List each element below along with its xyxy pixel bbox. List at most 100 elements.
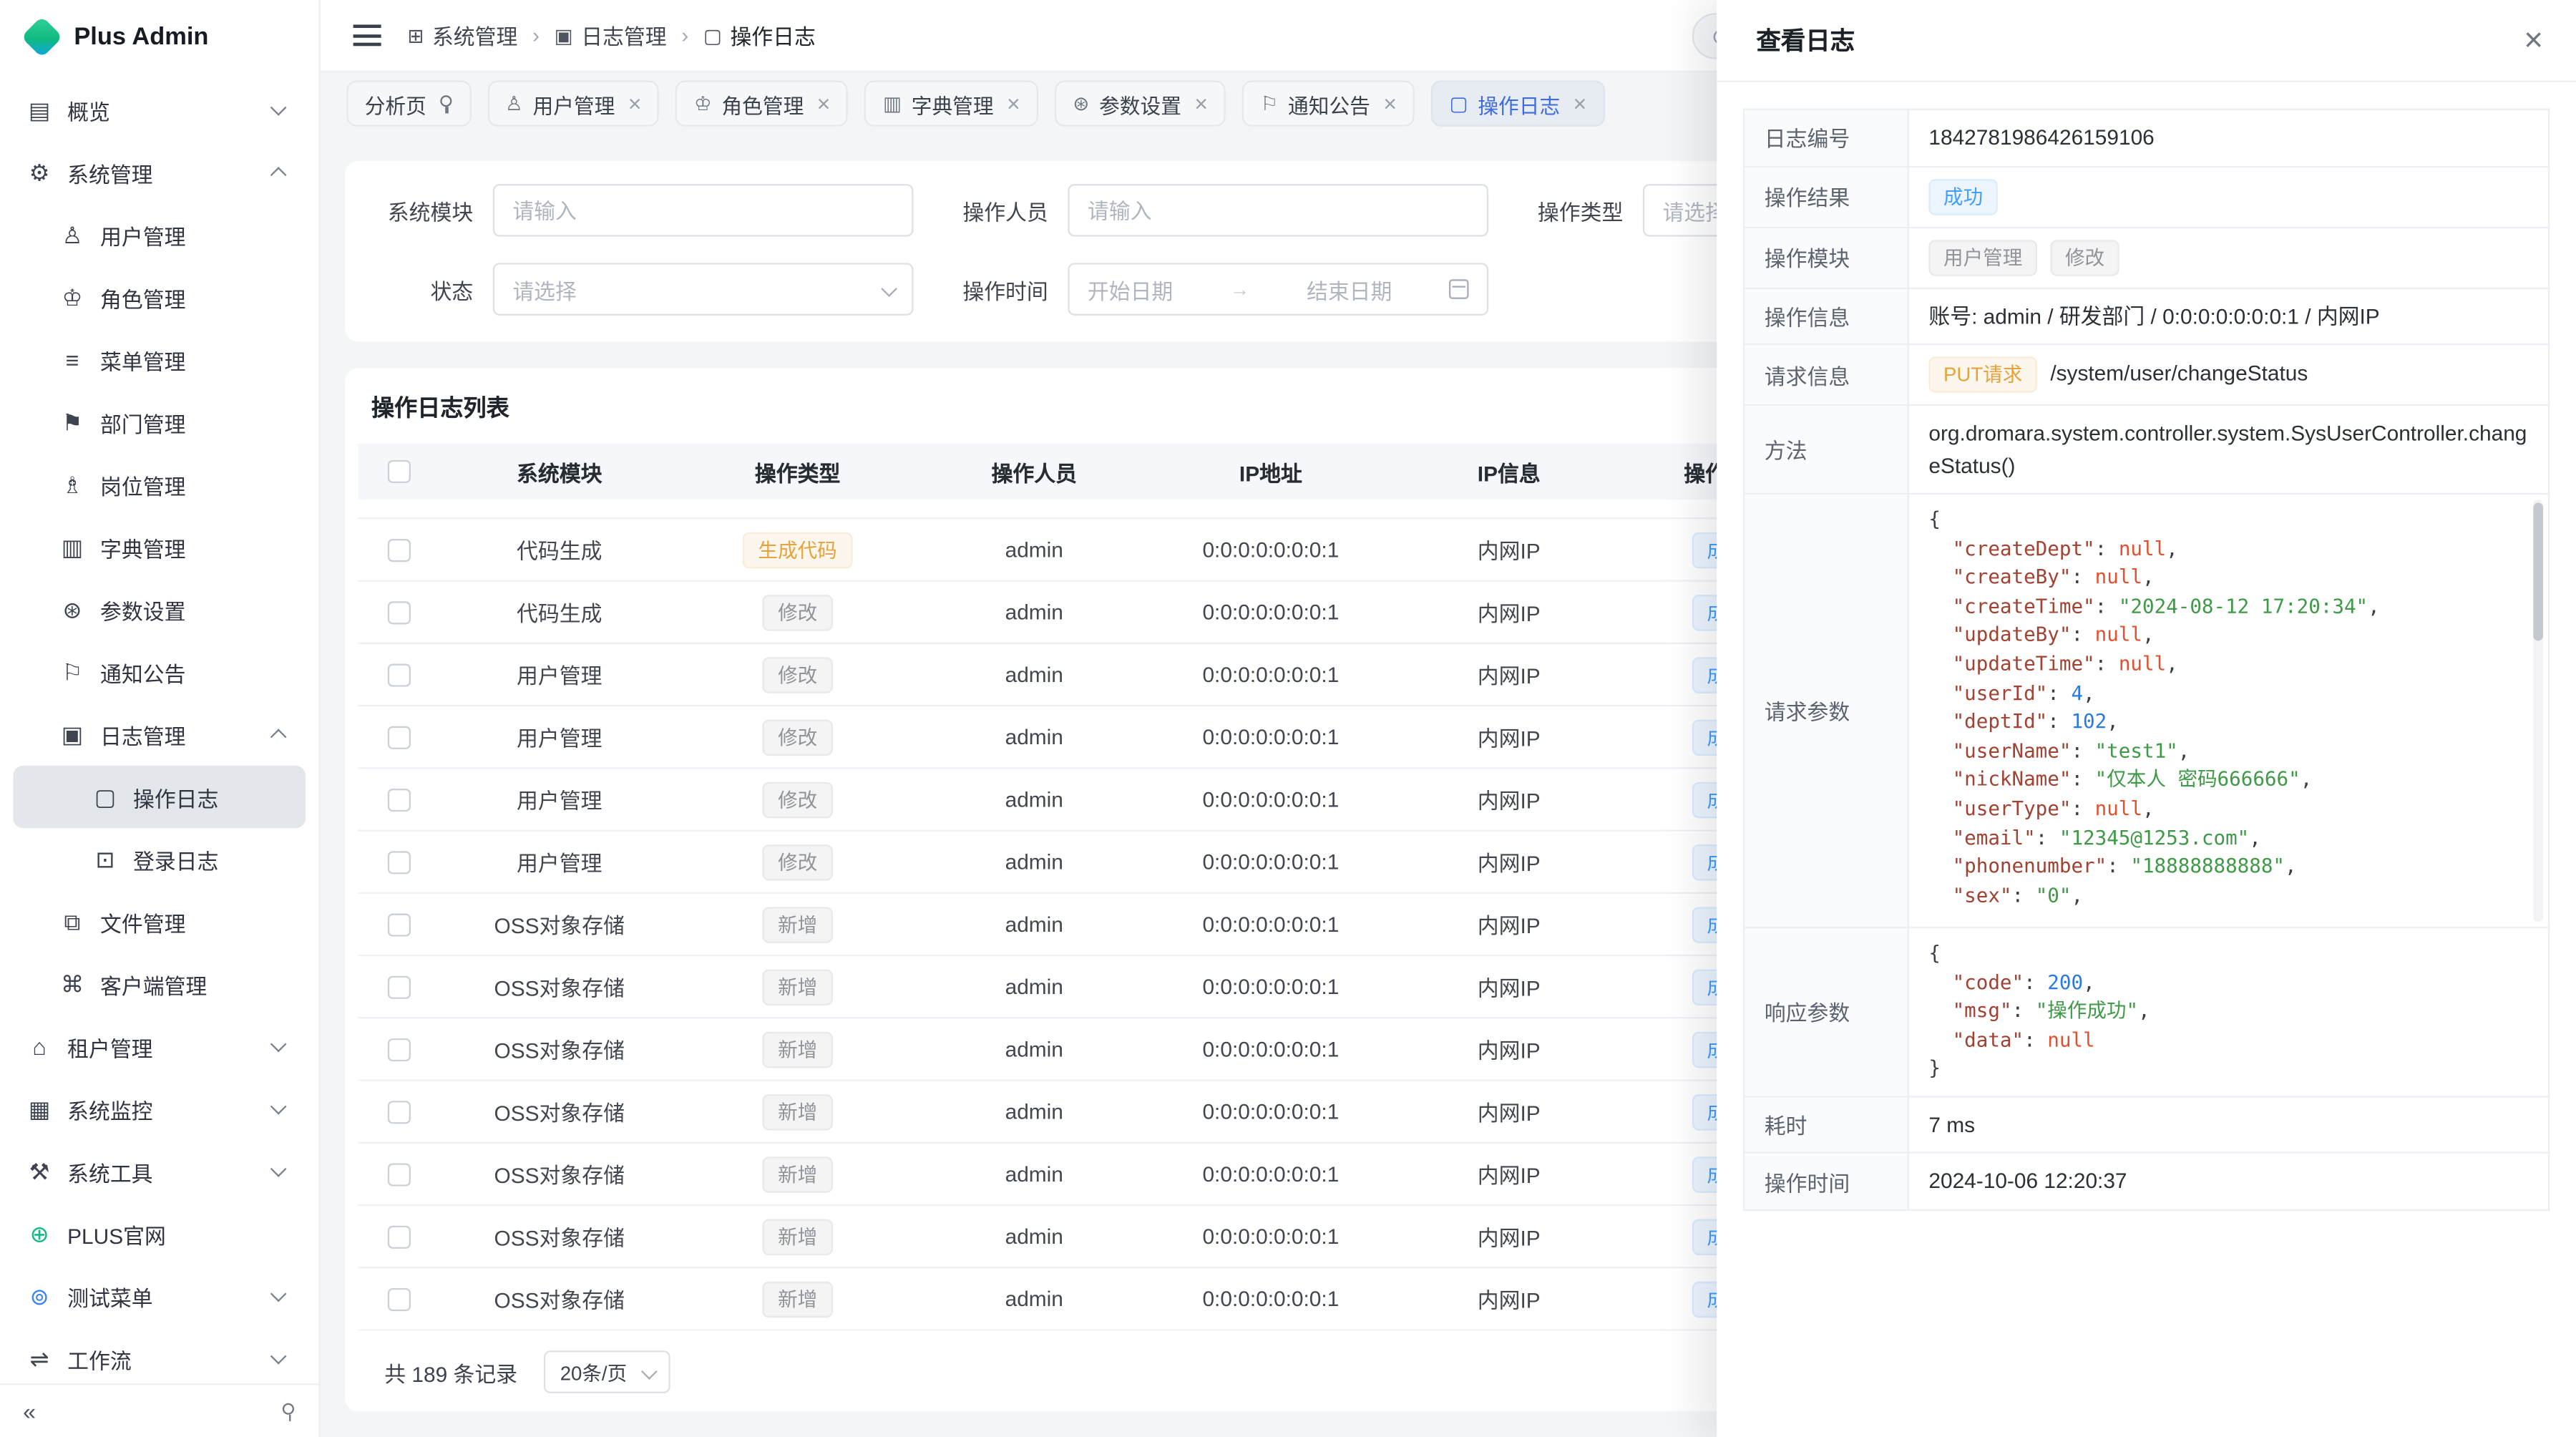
close-tab-icon[interactable]: × — [1194, 92, 1208, 115]
scrollbar[interactable] — [2533, 500, 2543, 922]
pin-icon[interactable] — [279, 1403, 296, 1421]
cell-module: 代码生成 — [440, 534, 678, 565]
row-checkbox[interactable] — [388, 600, 411, 623]
detail-row: 请求信息PUT请求/system/user/changeStatus — [1744, 344, 2549, 405]
sidebar-item[interactable]: ▥字典管理 — [13, 516, 306, 578]
sidebar-item[interactable]: ▢操作日志 — [13, 766, 306, 828]
tab-item[interactable]: ♙用户管理× — [487, 80, 660, 126]
breadcrumb-item[interactable]: ⊞系统管理 — [407, 20, 517, 52]
detail-value: { "code": 200, "msg": "操作成功", "data": nu… — [1908, 927, 2549, 1096]
log-details-table: 日志编号1842781986426159106操作结果成功操作模块用户管理修改操… — [1743, 109, 2550, 1211]
sidebar-footer: « — [0, 1383, 318, 1437]
tab-item[interactable]: ▢操作日志× — [1431, 80, 1604, 126]
close-tab-icon[interactable]: × — [1383, 92, 1397, 115]
operation-time-daterange[interactable]: 开始日期→结束日期 — [1068, 263, 1488, 315]
row-checkbox[interactable] — [388, 788, 411, 811]
sidebar-item[interactable]: ⚒系统工具 — [13, 1140, 306, 1202]
sidebar-item[interactable]: ⌘客户端管理 — [13, 953, 306, 1015]
cell-select — [358, 1038, 441, 1061]
row-checkbox[interactable] — [388, 538, 411, 561]
cell-module: OSS对象存储 — [440, 1283, 678, 1315]
tab-item[interactable]: ▥字典管理× — [865, 80, 1038, 126]
row-checkbox[interactable] — [388, 1038, 411, 1061]
row-checkbox[interactable] — [388, 726, 411, 749]
row-checkbox[interactable] — [388, 1162, 411, 1185]
app-logo[interactable]: Plus Admin — [0, 0, 318, 72]
sidebar-item-label: 系统监控 — [67, 1093, 152, 1125]
operation-log-icon: ▢ — [1450, 92, 1468, 115]
select-all-checkbox[interactable] — [388, 460, 411, 483]
detail-value: PUT请求/system/user/changeStatus — [1908, 344, 2549, 405]
cell-ip_info: 内网IP — [1390, 534, 1628, 565]
cell-operator: admin — [917, 912, 1151, 936]
code-block: { "createDept": null, "createBy": null, … — [1928, 506, 2524, 915]
breadcrumb-label: 日志管理 — [581, 20, 666, 52]
sidebar-item[interactable]: ⌂租户管理 — [13, 1015, 306, 1078]
cell-ip: 0:0:0:0:0:0:0:1 — [1151, 849, 1390, 874]
row-checkbox[interactable] — [388, 912, 411, 935]
close-icon[interactable]: × — [2524, 24, 2543, 57]
row-checkbox[interactable] — [388, 1100, 411, 1123]
sidebar-item[interactable]: ⊕PLUS官网 — [13, 1203, 306, 1265]
client-icon: ⌘ — [59, 970, 86, 998]
sidebar-item[interactable]: ⇌工作流 — [13, 1328, 306, 1383]
sidebar-item[interactable]: ⚙系统管理 — [13, 141, 306, 203]
close-tab-icon[interactable]: × — [817, 92, 831, 115]
status-select[interactable]: 请选择 — [493, 263, 914, 315]
role-icon: ♔ — [59, 283, 86, 311]
cell-type: 修改 — [678, 594, 917, 630]
filter-field-operator: 操作人员 — [946, 184, 1488, 236]
sidebar-item[interactable]: ⧉文件管理 — [13, 890, 306, 953]
sidebar-item[interactable]: ♙用户管理 — [13, 204, 306, 266]
scrollbar-thumb[interactable] — [2533, 503, 2543, 641]
row-checkbox[interactable] — [388, 663, 411, 686]
column-header-module: 系统模块 — [440, 456, 678, 487]
breadcrumb-item[interactable]: ▢操作日志 — [703, 20, 816, 52]
cell-type: 修改 — [678, 656, 917, 693]
cell-ip: 0:0:0:0:0:0:0:1 — [1151, 1099, 1390, 1124]
menu-toggle-icon[interactable] — [353, 24, 381, 46]
sidebar-item[interactable]: ⊡登录日志 — [13, 828, 306, 890]
page-size-select[interactable]: 20条/页 — [544, 1350, 670, 1393]
close-tab-icon[interactable]: × — [1007, 92, 1020, 115]
breadcrumb-item[interactable]: ▣日志管理 — [555, 20, 667, 52]
sidebar-item[interactable]: ⚐通知公告 — [13, 640, 306, 703]
field-label: 操作类型 — [1521, 195, 1623, 226]
system-module-input[interactable] — [493, 184, 914, 236]
close-tab-icon[interactable]: × — [628, 92, 642, 115]
tab-item[interactable]: 分析页 — [346, 80, 470, 126]
sidebar-item[interactable]: ⊚测试菜单 — [13, 1265, 306, 1328]
pin-icon[interactable] — [436, 94, 453, 112]
cell-operator: admin — [917, 849, 1151, 874]
row-checkbox[interactable] — [388, 975, 411, 998]
tab-item[interactable]: ♔角色管理× — [676, 80, 849, 126]
row-checkbox[interactable] — [388, 1287, 411, 1310]
drawer-title: 查看日志 — [1756, 23, 1855, 57]
row-checkbox[interactable] — [388, 1225, 411, 1248]
start-date-placeholder: 开始日期 — [1088, 273, 1173, 305]
cell-select — [358, 1162, 441, 1185]
collapse-sidebar-icon[interactable]: « — [23, 1398, 36, 1425]
sidebar-item[interactable]: ⚑部门管理 — [13, 391, 306, 453]
cell-select — [358, 726, 441, 749]
website-icon: ⊕ — [26, 1220, 53, 1248]
tab-label: 通知公告 — [1288, 88, 1370, 120]
sidebar-item[interactable]: ≡菜单管理 — [13, 328, 306, 391]
sidebar-item[interactable]: ⊛参数设置 — [13, 578, 306, 640]
sidebar-item[interactable]: ♔角色管理 — [13, 266, 306, 328]
tag: 新增 — [763, 968, 831, 1005]
row-checkbox[interactable] — [388, 850, 411, 873]
close-tab-icon[interactable]: × — [1574, 92, 1587, 115]
sidebar-item[interactable]: ▤概览 — [13, 79, 306, 141]
dict-icon: ▥ — [59, 533, 86, 561]
operator-input[interactable] — [1068, 184, 1488, 236]
sidebar-item[interactable]: ♗岗位管理 — [13, 454, 306, 516]
sidebar-menu: ▤概览⚙系统管理♙用户管理♔角色管理≡菜单管理⚑部门管理♗岗位管理▥字典管理⊛参… — [0, 72, 318, 1383]
cell-module: OSS对象存储 — [440, 1159, 678, 1190]
sidebar-item[interactable]: ▦系统监控 — [13, 1078, 306, 1140]
sidebar-item-label: 日志管理 — [100, 718, 185, 750]
tab-item[interactable]: ⊛参数设置× — [1055, 80, 1226, 126]
tab-item[interactable]: ⚐通知公告× — [1242, 80, 1415, 126]
cell-ip_info: 内网IP — [1390, 596, 1628, 628]
sidebar-item[interactable]: ▣日志管理 — [13, 703, 306, 766]
